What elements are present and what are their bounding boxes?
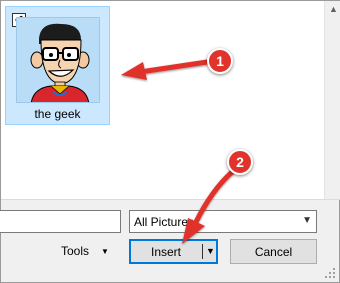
vertical-scrollbar[interactable]: ▲ — [324, 1, 340, 199]
file-list: ✔ — [1, 1, 324, 199]
insert-dropdown-arrow-icon[interactable]: ▼ — [206, 246, 215, 256]
cancel-button[interactable]: Cancel — [230, 239, 317, 264]
insert-split-divider — [202, 244, 203, 259]
tools-menu-button[interactable]: Tools ▼ — [61, 244, 109, 260]
file-thumbnail — [16, 17, 100, 103]
cancel-button-label: Cancel — [254, 245, 293, 259]
file-type-select[interactable]: All Pictures ▼ — [129, 210, 317, 233]
chevron-down-icon[interactable]: ▼ — [302, 215, 312, 226]
insert-button-label: Insert — [150, 245, 181, 259]
tools-dropdown-arrow-icon: ▼ — [101, 247, 109, 256]
file-item-the-geek[interactable]: ✔ — [5, 6, 110, 125]
insert-button[interactable]: Insert ▼ — [129, 239, 218, 264]
geek-cartoon-image — [30, 23, 90, 102]
divider — [1, 199, 340, 200]
resize-grip-icon[interactable] — [325, 268, 335, 278]
annotation-badge-1: 1 — [207, 48, 233, 74]
annotation-badge-2: 2 — [227, 149, 253, 175]
tools-label: Tools — [61, 244, 90, 258]
file-name-input[interactable] — [0, 210, 121, 233]
file-name-label: the geek — [34, 107, 81, 121]
insert-picture-dialog: ✔ — [0, 0, 340, 283]
file-type-selected-value: All Pictures — [134, 215, 195, 229]
scroll-up-arrow-icon[interactable]: ▲ — [329, 5, 338, 14]
